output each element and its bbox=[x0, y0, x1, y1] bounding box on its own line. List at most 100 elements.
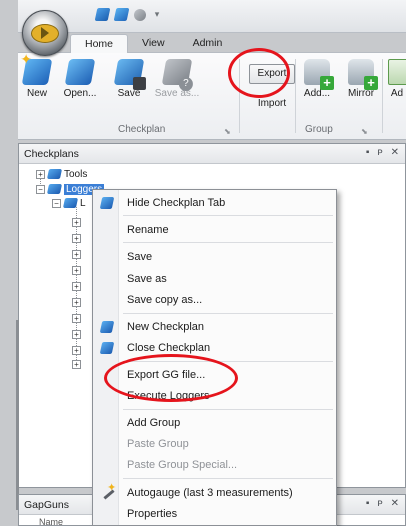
expand-icon[interactable]: + bbox=[72, 217, 81, 227]
open-button[interactable]: Open... bbox=[60, 59, 100, 99]
expand-icon[interactable]: + bbox=[72, 313, 81, 323]
app-logo-icon bbox=[31, 24, 59, 43]
application-menu-button[interactable] bbox=[22, 10, 68, 56]
expand-icon[interactable]: + bbox=[72, 265, 81, 275]
menu-item-paste-group-special[interactable]: Paste Group Special... bbox=[93, 455, 338, 475]
customize-dropdown-icon[interactable]: ▾ bbox=[152, 9, 162, 20]
restore-icon[interactable]: ▪ bbox=[366, 147, 370, 158]
window-edge bbox=[16, 320, 19, 510]
menu-item-close-checkplan[interactable]: Close Checkplan bbox=[93, 338, 338, 358]
group-launcher-icon[interactable]: ⬊ bbox=[361, 127, 368, 136]
panel-controls: ▪ ᴘ ✕ bbox=[366, 147, 399, 158]
tree-item-child[interactable]: + bbox=[72, 231, 84, 245]
save-as-icon bbox=[161, 59, 193, 85]
menu-separator bbox=[123, 242, 333, 243]
group-label-checkplan: Checkplan bbox=[118, 124, 166, 135]
menu-item-label: Close Checkplan bbox=[127, 342, 211, 354]
menu-item-properties[interactable]: Properties bbox=[93, 504, 338, 524]
menu-item-hide-checkplan-tab[interactable]: Hide Checkplan Tab bbox=[93, 193, 338, 213]
menu-item-export-gg-file[interactable]: Export GG file... bbox=[93, 365, 338, 385]
checkplan-group-launcher-icon[interactable]: ⬊ bbox=[224, 127, 231, 136]
tree-item-child[interactable]: + bbox=[72, 357, 84, 371]
menu-item-new-checkplan[interactable]: New Checkplan bbox=[93, 317, 338, 337]
menu-item-label: Hide Checkplan Tab bbox=[127, 197, 226, 209]
menu-item-add-group[interactable]: Add Group bbox=[93, 413, 338, 433]
close-checkplan-icon bbox=[99, 342, 115, 354]
expand-icon[interactable]: + bbox=[72, 281, 81, 291]
new-checkplan-icon bbox=[99, 321, 115, 333]
checkplan-icon bbox=[99, 197, 115, 209]
menu-separator bbox=[123, 409, 333, 410]
menu-item-label: Properties bbox=[127, 508, 178, 520]
restore-icon[interactable]: ▪ bbox=[366, 498, 370, 509]
magic-wand-icon bbox=[101, 481, 116, 499]
mirror-button[interactable]: Mirror bbox=[342, 59, 380, 99]
menu-item-execute-loggers[interactable]: Execute Loggers bbox=[93, 386, 338, 406]
ribbon: New Open... Save Save as... Export Impor… bbox=[18, 52, 406, 140]
tree-item-child[interactable]: + bbox=[72, 295, 84, 309]
tab-admin[interactable]: Admin bbox=[179, 34, 237, 53]
menu-item-label: Paste Group bbox=[127, 438, 189, 450]
menu-separator bbox=[123, 361, 333, 362]
menu-item-paste-group[interactable]: Paste Group bbox=[93, 434, 338, 454]
open-checkplan-icon[interactable] bbox=[113, 8, 130, 21]
menu-item-label: Save bbox=[127, 251, 153, 263]
add-document-button[interactable]: Ad bbox=[388, 59, 406, 99]
menu-item-label: New Checkplan bbox=[127, 321, 205, 333]
new-button-label: New bbox=[26, 88, 47, 99]
save-as-button-label: Save as... bbox=[154, 88, 200, 99]
checkplans-panel-header: Checkplans ▪ ᴘ ✕ bbox=[19, 144, 405, 164]
tree-item-child[interactable]: + bbox=[72, 327, 84, 341]
export-button[interactable]: Export bbox=[249, 64, 295, 84]
add-group-button[interactable]: Add... bbox=[300, 59, 334, 99]
new-button[interactable]: New bbox=[21, 59, 53, 99]
menu-item-autogauge[interactable]: Autogauge (last 3 measurements) bbox=[93, 481, 338, 503]
save-button[interactable]: Save bbox=[113, 59, 145, 99]
menu-item-label: Save copy as... bbox=[127, 294, 203, 306]
checkplan-icon bbox=[46, 184, 63, 194]
ad-button-label: Ad bbox=[390, 88, 404, 99]
tree-item-child[interactable]: + bbox=[72, 263, 84, 277]
tree-item-child[interactable]: + bbox=[72, 311, 84, 325]
user-icon[interactable] bbox=[134, 8, 146, 21]
expand-icon[interactable]: + bbox=[72, 345, 81, 355]
ribbon-separator bbox=[239, 59, 240, 133]
menu-item-save[interactable]: Save bbox=[93, 247, 338, 267]
tree-item-label: L bbox=[80, 197, 86, 209]
new-checkplan-icon bbox=[21, 59, 53, 85]
collapse-icon[interactable]: − bbox=[52, 198, 61, 208]
expand-icon[interactable]: + bbox=[36, 169, 45, 179]
document-icon bbox=[388, 59, 406, 85]
menu-item-rename[interactable]: Rename bbox=[93, 220, 338, 240]
pin-icon[interactable]: ᴘ bbox=[377, 498, 382, 509]
expand-icon[interactable]: + bbox=[72, 233, 81, 243]
tree-item-child[interactable]: + bbox=[72, 215, 84, 229]
menu-item-label: Rename bbox=[127, 224, 169, 236]
close-icon[interactable]: ✕ bbox=[391, 498, 399, 509]
expand-icon[interactable]: + bbox=[72, 329, 81, 339]
expand-icon[interactable]: + bbox=[72, 249, 81, 259]
save-icon bbox=[113, 59, 145, 85]
new-checkplan-icon[interactable] bbox=[94, 8, 111, 21]
close-icon[interactable]: ✕ bbox=[391, 147, 399, 158]
tab-home[interactable]: Home bbox=[70, 34, 129, 53]
save-as-button[interactable]: Save as... bbox=[152, 59, 202, 99]
collapse-icon[interactable]: − bbox=[36, 184, 45, 194]
menu-item-save-copy-as[interactable]: Save copy as... bbox=[93, 290, 338, 310]
column-header-name[interactable]: Name bbox=[39, 517, 63, 526]
menu-item-save-as[interactable]: Save as bbox=[93, 269, 338, 289]
tree-item-child[interactable]: + bbox=[72, 343, 84, 357]
open-checkplan-icon bbox=[64, 59, 96, 85]
tree-item-tools[interactable]: + Tools bbox=[36, 167, 87, 181]
expand-icon[interactable]: + bbox=[72, 359, 81, 369]
tree-item-logger-group[interactable]: − L bbox=[52, 196, 86, 210]
tab-view[interactable]: View bbox=[128, 34, 179, 53]
pin-icon[interactable]: ᴘ bbox=[377, 147, 382, 158]
expand-icon[interactable]: + bbox=[72, 297, 81, 307]
menu-separator bbox=[123, 215, 333, 216]
tree-item-child[interactable]: + bbox=[72, 279, 84, 293]
menu-separator bbox=[123, 478, 333, 479]
import-button[interactable]: Import bbox=[249, 95, 295, 113]
tree-item-child[interactable]: + bbox=[72, 247, 84, 261]
checkplan-icon bbox=[46, 169, 63, 179]
